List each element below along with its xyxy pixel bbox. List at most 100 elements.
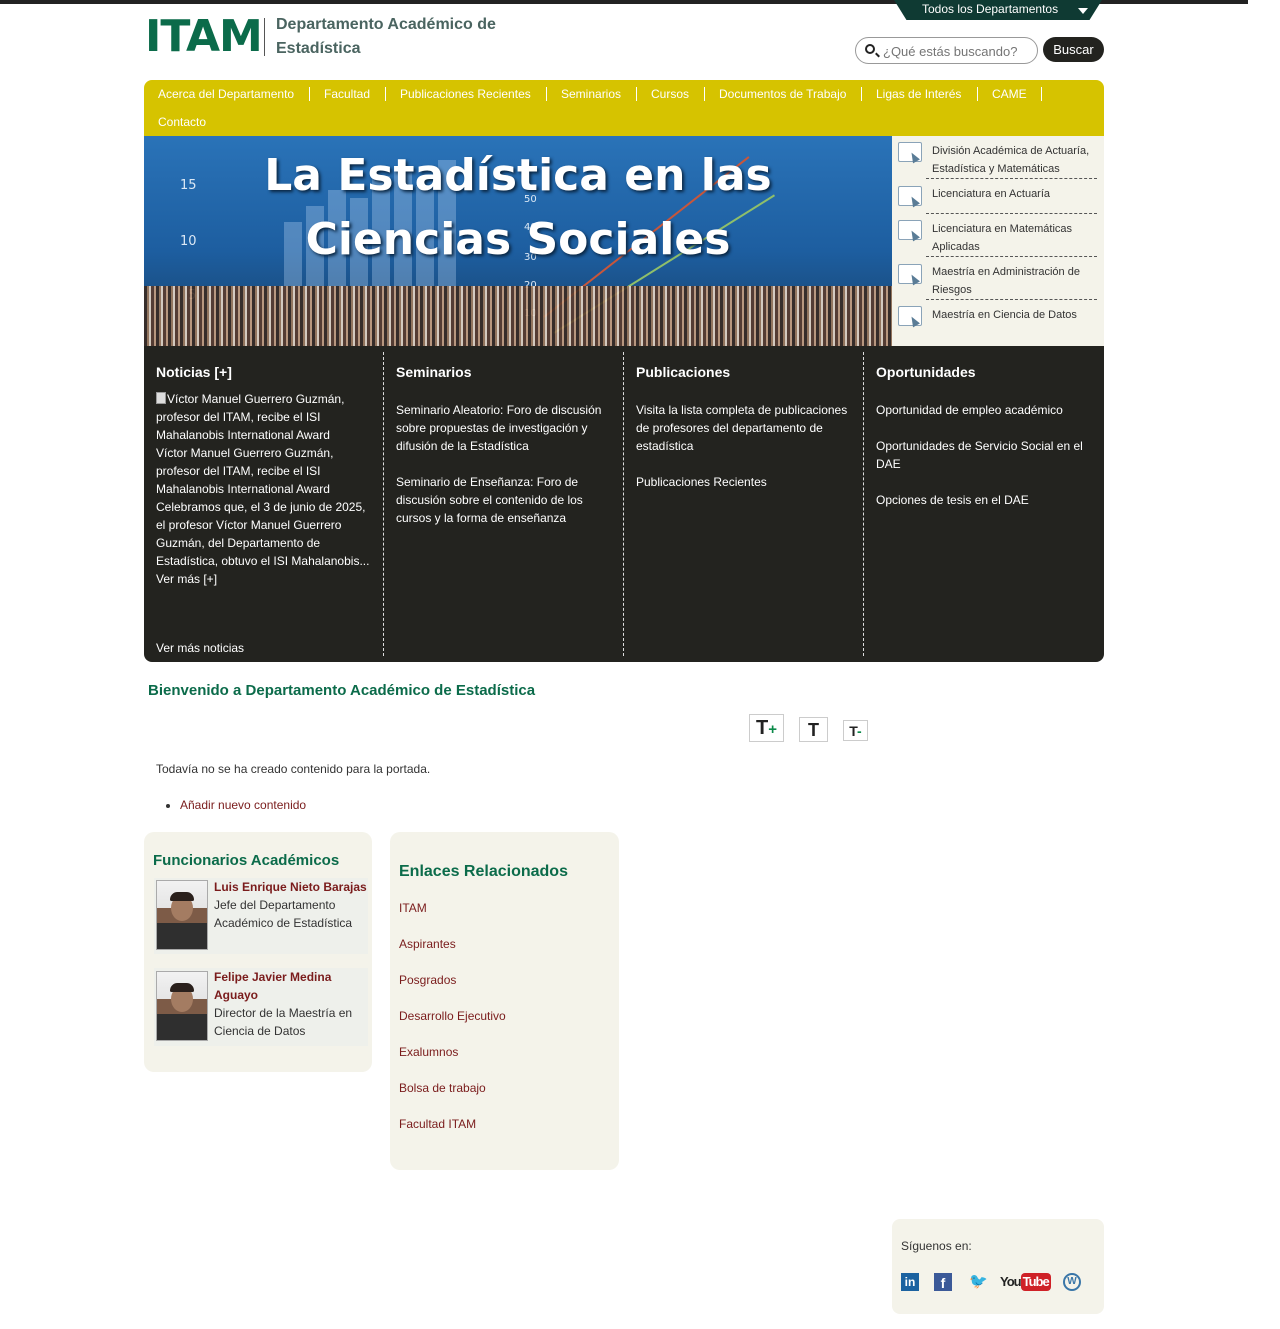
facebook-icon[interactable]: f — [934, 1273, 952, 1291]
banner-title: La Estadística en las Ciencias Sociales — [144, 144, 892, 272]
nav-separator — [309, 87, 310, 101]
thesis-options-link[interactable]: Opciones de tesis en el DAE — [876, 491, 1092, 509]
program-link-label: Maestría en Administración de Riesgos — [932, 266, 1080, 296]
nav-item-ligas[interactable]: Ligas de Interés — [876, 87, 961, 101]
banner-title-line1: La Estadística en las — [264, 150, 772, 201]
news-image-alt[interactable]: Víctor Manuel Guerrero Guzmán, profesor … — [156, 390, 372, 444]
related-link-posgrados[interactable]: Posgrados — [399, 973, 456, 987]
text-decrease-button[interactable]: T- — [843, 720, 868, 741]
official-name[interactable]: Felipe Javier Medina Aguayo — [214, 968, 342, 1004]
site-name[interactable]: Departamento Académico de Estadística — [276, 13, 516, 61]
avatar — [156, 880, 208, 950]
departments-dropdown[interactable]: Todos los Departamentos — [894, 0, 1102, 20]
official-name[interactable]: Luis Enrique Nieto Barajas — [214, 878, 372, 896]
follow-label: Síguenos en: — [901, 1239, 972, 1253]
banner-title-line2: Ciencias Sociales — [305, 214, 731, 265]
news-see-all[interactable]: Ver más noticias — [156, 639, 372, 657]
program-link-label: División Académica de Actuaría, Estadíst… — [932, 145, 1090, 175]
related-links-box: Enlaces Relacionados ITAM Aspirantes Pos… — [390, 832, 619, 1170]
nav-item-seminarios[interactable]: Seminarios — [561, 87, 621, 101]
avatar — [156, 971, 208, 1041]
related-link-itam[interactable]: ITAM — [399, 901, 427, 915]
news-headline[interactable]: Víctor Manuel Guerrero Guzmán, profesor … — [156, 444, 372, 498]
text-decrease-label: T — [849, 723, 858, 739]
banner-crowd-image — [144, 286, 892, 346]
publications-column: Publicaciones Visita la lista completa d… — [624, 352, 864, 656]
seminars-title: Seminarios — [396, 364, 472, 380]
add-content-link[interactable]: Añadir nuevo contenido — [180, 798, 306, 812]
cursor-click-icon — [898, 264, 922, 284]
nav-separator — [704, 87, 705, 101]
related-link-bolsa[interactable]: Bolsa de trabajo — [399, 1081, 486, 1095]
program-link-label: Licenciatura en Matemáticas Aplicadas — [932, 223, 1073, 253]
publications-title: Publicaciones — [636, 364, 731, 380]
add-content-item: Añadir nuevo contenido — [166, 798, 306, 812]
social-service-link[interactable]: Oportunidades de Servicio Social en el D… — [876, 437, 1092, 473]
logo-divider — [264, 18, 265, 56]
recent-publications-link[interactable]: Publicaciones Recientes — [636, 473, 852, 491]
divider — [926, 256, 1097, 257]
empty-frontpage-message: Todavía no se ha creado contenido para l… — [156, 762, 431, 776]
related-link-exalumnos[interactable]: Exalumnos — [399, 1045, 458, 1059]
news-image-alt-text: Víctor Manuel Guerrero Guzmán, profesor … — [156, 392, 345, 442]
linkedin-icon[interactable]: in — [901, 1273, 919, 1291]
cursor-click-icon — [898, 186, 922, 206]
hero-banner: 15 10 5 50 40 30 20 10 La Estadística en… — [144, 136, 892, 346]
search-box[interactable] — [855, 37, 1038, 64]
related-link-aspirantes[interactable]: Aspirantes — [399, 937, 456, 951]
nav-item-contacto[interactable]: Contacto — [158, 115, 206, 129]
cursor-click-icon — [898, 306, 922, 326]
chevron-down-icon — [1078, 8, 1088, 14]
seminar-ensenanza-link[interactable]: Seminario de Enseñanza: Foro de discusió… — [396, 473, 612, 527]
related-links-title: Enlaces Relacionados — [399, 863, 568, 880]
youtube-icon[interactable]: You Tube — [1000, 1273, 1051, 1291]
search-icon — [865, 44, 875, 54]
official-card: Luis Enrique Nieto Barajas Jefe del Depa… — [154, 878, 368, 954]
search-button[interactable]: Buscar — [1043, 37, 1104, 62]
related-link-desarrollo[interactable]: Desarrollo Ejecutivo — [399, 1009, 506, 1023]
program-link-actuaria[interactable]: Licenciatura en Actuaría — [892, 180, 1104, 214]
nav-separator — [546, 87, 547, 101]
nav-item-publicaciones[interactable]: Publicaciones Recientes — [400, 87, 531, 101]
seminars-column: Seminarios Seminario Aleatorio: Foro de … — [384, 352, 624, 656]
academic-job-link[interactable]: Oportunidad de empleo académico — [876, 401, 1092, 419]
official-card: Felipe Javier Medina Aguayo Director de … — [154, 968, 368, 1046]
nav-separator — [385, 87, 386, 101]
nav-separator — [1041, 87, 1042, 101]
program-links: División Académica de Actuaría, Estadíst… — [892, 136, 1104, 346]
program-link-datos[interactable]: Maestría en Ciencia de Datos — [892, 300, 1104, 340]
nav-item-facultad[interactable]: Facultad — [324, 87, 370, 101]
nav-item-acerca[interactable]: Acerca del Departamento — [158, 87, 294, 101]
nav-item-came[interactable]: CAME — [992, 87, 1027, 101]
officials-title: Funcionarios Académicos — [153, 852, 340, 869]
related-link-facultad[interactable]: Facultad ITAM — [399, 1117, 476, 1131]
social-box: Síguenos en: in f 🐦 You Tube W — [892, 1219, 1104, 1314]
seminar-aleatorio-link[interactable]: Seminario Aleatorio: Foro de discusión s… — [396, 401, 612, 455]
news-title[interactable]: Noticias [+] — [156, 364, 232, 380]
youtube-tube-label: Tube — [1020, 1273, 1051, 1291]
publications-list-link[interactable]: Visita la lista completa de publicacione… — [636, 401, 852, 455]
text-normal-button[interactable]: T — [799, 717, 828, 742]
program-link-division[interactable]: División Académica de Actuaría, Estadíst… — [892, 136, 1104, 180]
news-read-more[interactable]: Ver más [+] — [156, 570, 372, 588]
wordpress-icon[interactable]: W — [1063, 1273, 1081, 1291]
twitter-icon[interactable]: 🐦 — [969, 1273, 988, 1291]
search-input[interactable] — [883, 42, 1033, 60]
program-link-riesgos[interactable]: Maestría en Administración de Riesgos — [892, 258, 1104, 300]
program-link-matematicas[interactable]: Licenciatura en Matemáticas Aplicadas — [892, 214, 1104, 258]
broken-image-icon — [156, 392, 166, 404]
cursor-click-icon — [898, 142, 922, 162]
news-column: Noticias [+] Víctor Manuel Guerrero Guzm… — [144, 352, 384, 656]
text-increase-label: T — [756, 717, 769, 739]
nav-separator — [636, 87, 637, 101]
nav-item-cursos[interactable]: Cursos — [651, 87, 689, 101]
itam-logo[interactable]: ITAM — [145, 11, 263, 62]
minus-icon: - — [857, 723, 862, 739]
text-increase-button[interactable]: T+ — [749, 714, 784, 742]
page-title: Bienvenido a Departamento Académico de E… — [148, 682, 536, 699]
nav-item-documentos[interactable]: Documentos de Trabajo — [719, 87, 846, 101]
officials-box: Funcionarios Académicos Luis Enrique Nie… — [144, 832, 372, 1072]
program-link-label: Maestría en Ciencia de Datos — [932, 309, 1077, 321]
bullet-icon — [166, 803, 170, 808]
itam-logo-text: ITAM — [145, 11, 263, 62]
